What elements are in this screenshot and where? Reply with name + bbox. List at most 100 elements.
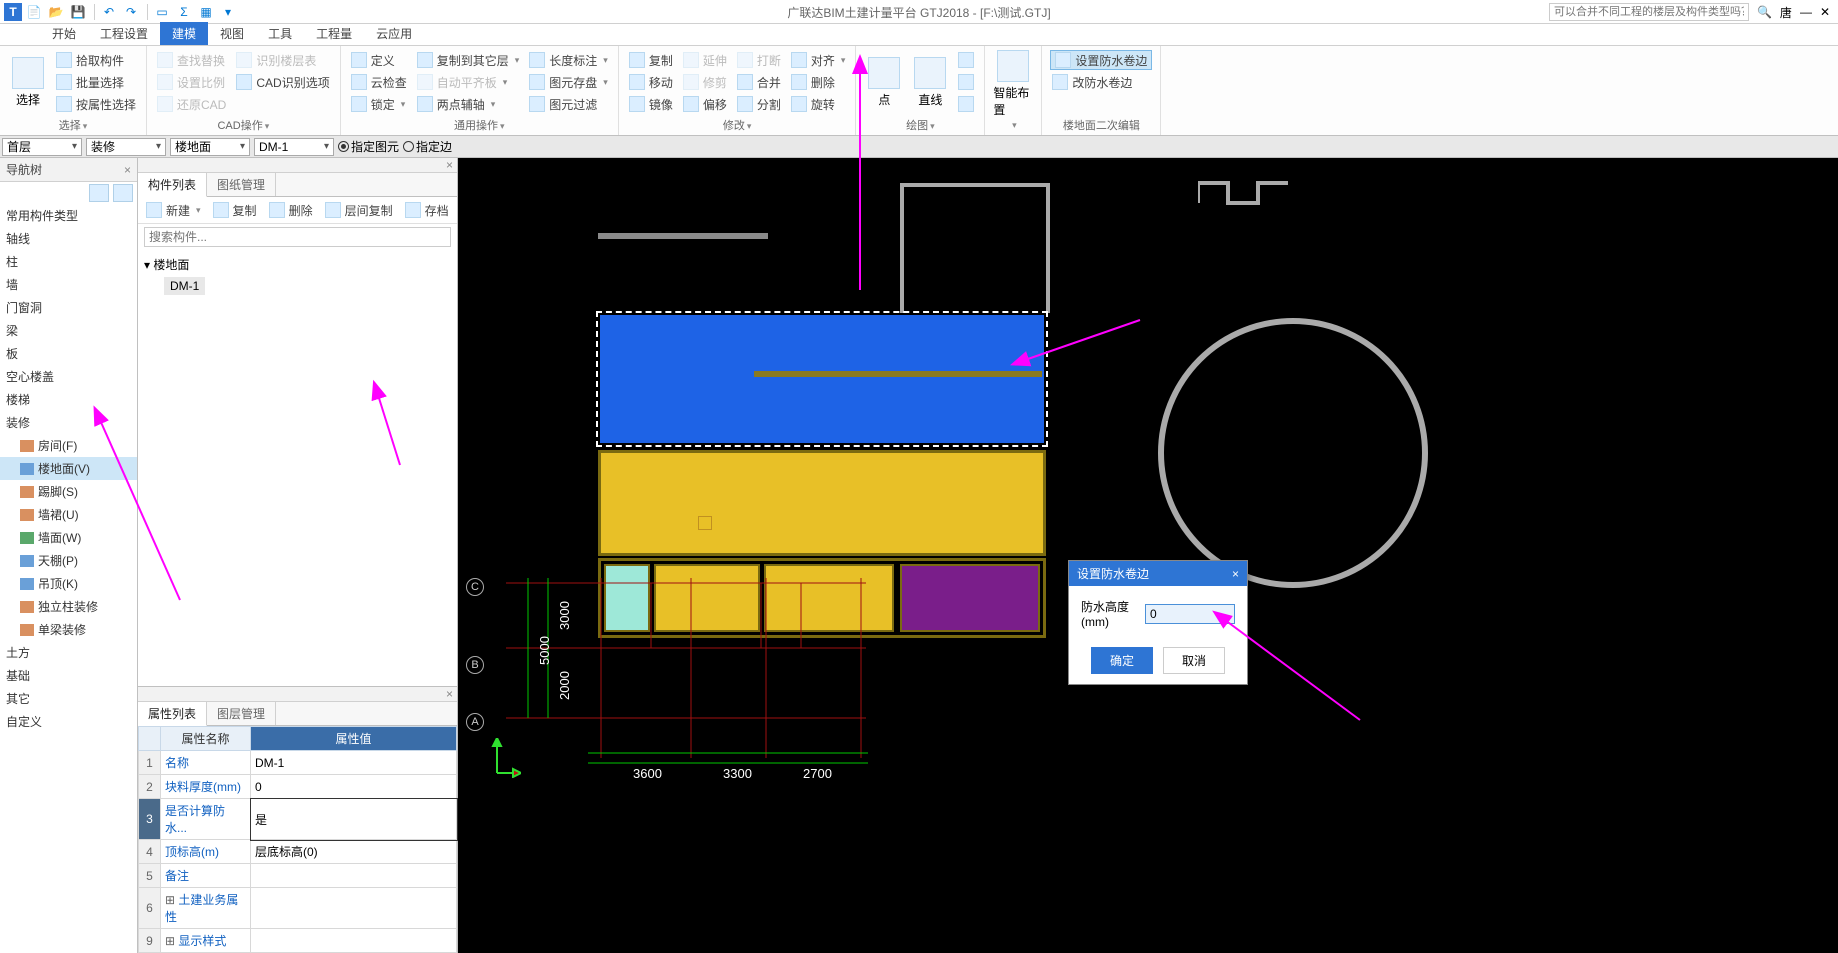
- property-table[interactable]: 属性名称 属性值 1名称DM-12块料厚度(mm)03是否计算防水...是4顶标…: [138, 726, 457, 953]
- floor-combo[interactable]: 首层: [2, 138, 82, 156]
- nav-item[interactable]: 板: [0, 342, 137, 365]
- modify-waterproof-edge-button[interactable]: 改防水卷边: [1050, 72, 1152, 92]
- component-tree-root[interactable]: ▾ 楼地面: [144, 254, 451, 275]
- point-button[interactable]: 点: [864, 50, 904, 115]
- category-combo[interactable]: 装修: [86, 138, 166, 156]
- copy-member-button[interactable]: 复制: [211, 200, 259, 220]
- nav-item[interactable]: 基础: [0, 664, 137, 687]
- cad-recognize-options-button[interactable]: CAD识别选项: [234, 72, 331, 92]
- type-combo[interactable]: 楼地面: [170, 138, 250, 156]
- radio-by-edge[interactable]: 指定边: [403, 138, 452, 155]
- copy-to-floor-button[interactable]: 复制到其它层: [415, 50, 522, 70]
- save-icon[interactable]: 💾: [68, 2, 88, 22]
- move-button[interactable]: 移动: [627, 72, 675, 92]
- component-tree-item[interactable]: DM-1: [164, 277, 205, 295]
- tab-cloud[interactable]: 云应用: [364, 22, 424, 45]
- nav-item[interactable]: 土方: [0, 641, 137, 664]
- nav-item[interactable]: 墙: [0, 273, 137, 296]
- select-button[interactable]: 选择: [8, 50, 48, 115]
- tab-start[interactable]: 开始: [40, 22, 88, 45]
- sum-icon[interactable]: Σ: [174, 2, 194, 22]
- open-icon[interactable]: 📂: [46, 2, 66, 22]
- nav-tree-close-icon[interactable]: ×: [124, 163, 131, 177]
- dropdown-icon[interactable]: ▾: [218, 2, 238, 22]
- mirror-button[interactable]: 镜像: [627, 94, 675, 114]
- define-button[interactable]: 定义: [349, 50, 409, 70]
- tab-component-list[interactable]: 构件列表: [138, 173, 207, 197]
- property-row[interactable]: 2块料厚度(mm)0: [139, 775, 457, 799]
- draw-opt2-button[interactable]: [956, 72, 976, 92]
- nav-item[interactable]: 独立柱装修: [0, 595, 137, 618]
- line-button[interactable]: 直线: [910, 50, 950, 115]
- smart-layout-button[interactable]: 智能布置: [993, 50, 1033, 131]
- lock-button[interactable]: 锁定: [349, 94, 409, 114]
- pick-member-button[interactable]: 拾取构件: [54, 50, 138, 70]
- nav-item[interactable]: 单梁装修: [0, 618, 137, 641]
- dialog-close-icon[interactable]: ×: [1232, 567, 1239, 581]
- nav-item[interactable]: 天棚(P): [0, 549, 137, 572]
- floor-copy-button[interactable]: 层间复制: [323, 200, 395, 220]
- align-button[interactable]: 对齐: [789, 50, 848, 70]
- member-combo[interactable]: DM-1: [254, 138, 334, 156]
- select-by-prop-button[interactable]: 按属性选择: [54, 94, 138, 114]
- nav-tree[interactable]: 常用构件类型轴线柱墙门窗洞梁板空心楼盖楼梯装修房间(F)楼地面(V)踢脚(S)墙…: [0, 204, 137, 953]
- copy-button[interactable]: 复制: [627, 50, 675, 70]
- element-filter-button[interactable]: 图元过滤: [527, 94, 610, 114]
- nav-item[interactable]: 墙面(W): [0, 526, 137, 549]
- property-row[interactable]: 4顶标高(m)层底标高(0): [139, 840, 457, 864]
- complist-close-icon[interactable]: ×: [446, 158, 453, 172]
- dialog-cancel-button[interactable]: 取消: [1163, 647, 1225, 674]
- length-dim-button[interactable]: 长度标注: [527, 50, 610, 70]
- batch-select-button[interactable]: 批量选择: [54, 72, 138, 92]
- tab-quantity[interactable]: 工程量: [304, 22, 364, 45]
- component-tree[interactable]: ▾ 楼地面 DM-1: [138, 250, 457, 686]
- nav-item[interactable]: 空心楼盖: [0, 365, 137, 388]
- tab-drawing-manage[interactable]: 图纸管理: [207, 173, 276, 196]
- nav-item[interactable]: 房间(F): [0, 434, 137, 457]
- minimize-icon[interactable]: —: [1800, 5, 1812, 19]
- nav-item[interactable]: 吊顶(K): [0, 572, 137, 595]
- tab-modeling[interactable]: 建模: [160, 22, 208, 45]
- nav-item[interactable]: 梁: [0, 319, 137, 342]
- nav-item[interactable]: 楼地面(V): [0, 457, 137, 480]
- waterproof-height-input[interactable]: [1145, 604, 1235, 624]
- new-member-button[interactable]: 新建: [144, 200, 203, 220]
- region-icon[interactable]: ▭: [152, 2, 172, 22]
- group-general-label[interactable]: 通用操作: [349, 115, 610, 133]
- radio-by-element[interactable]: 指定图元: [338, 138, 399, 155]
- archive-button[interactable]: 存档: [403, 200, 451, 220]
- nav-item[interactable]: 装修: [0, 411, 137, 434]
- close-icon[interactable]: ✕: [1820, 5, 1830, 19]
- tab-property-list[interactable]: 属性列表: [138, 702, 207, 726]
- set-waterproof-edge-button[interactable]: 设置防水卷边: [1050, 50, 1152, 70]
- property-row[interactable]: 5备注: [139, 864, 457, 888]
- group-cad-label[interactable]: CAD操作: [155, 115, 332, 133]
- tab-tools[interactable]: 工具: [256, 22, 304, 45]
- rotate-button[interactable]: 旋转: [789, 94, 848, 114]
- user-label[interactable]: 唐: [1780, 4, 1792, 21]
- property-row[interactable]: 6土建业务属性: [139, 888, 457, 929]
- two-point-axis-button[interactable]: 两点辅轴: [415, 94, 522, 114]
- nav-item[interactable]: 墙裙(U): [0, 503, 137, 526]
- property-row[interactable]: 9显示样式: [139, 929, 457, 953]
- props-close-icon[interactable]: ×: [446, 687, 453, 701]
- viewport[interactable]: C B A 3000 2000 5000 3600 3300 2700 设置防水…: [458, 158, 1838, 953]
- offset-button[interactable]: 偏移: [681, 94, 729, 114]
- nav-item[interactable]: 柱: [0, 250, 137, 273]
- property-row[interactable]: 1名称DM-1: [139, 751, 457, 775]
- tab-layer-manage[interactable]: 图层管理: [207, 702, 276, 725]
- undo-icon[interactable]: ↶: [99, 2, 119, 22]
- nav-item[interactable]: 自定义: [0, 710, 137, 733]
- nav-view-list-icon[interactable]: [89, 184, 109, 202]
- tab-project-settings[interactable]: 工程设置: [88, 22, 160, 45]
- tab-view[interactable]: 视图: [208, 22, 256, 45]
- cloud-check-button[interactable]: 云检查: [349, 72, 409, 92]
- nav-item[interactable]: 门窗洞: [0, 296, 137, 319]
- group-draw-label[interactable]: 绘图: [864, 115, 976, 133]
- draw-opt3-button[interactable]: [956, 94, 976, 114]
- dialog-header[interactable]: 设置防水卷边 ×: [1069, 561, 1247, 586]
- group-select-label[interactable]: 选择: [8, 115, 138, 133]
- element-save-button[interactable]: 图元存盘: [527, 72, 610, 92]
- nav-item[interactable]: 其它: [0, 687, 137, 710]
- split-button[interactable]: 分割: [735, 94, 783, 114]
